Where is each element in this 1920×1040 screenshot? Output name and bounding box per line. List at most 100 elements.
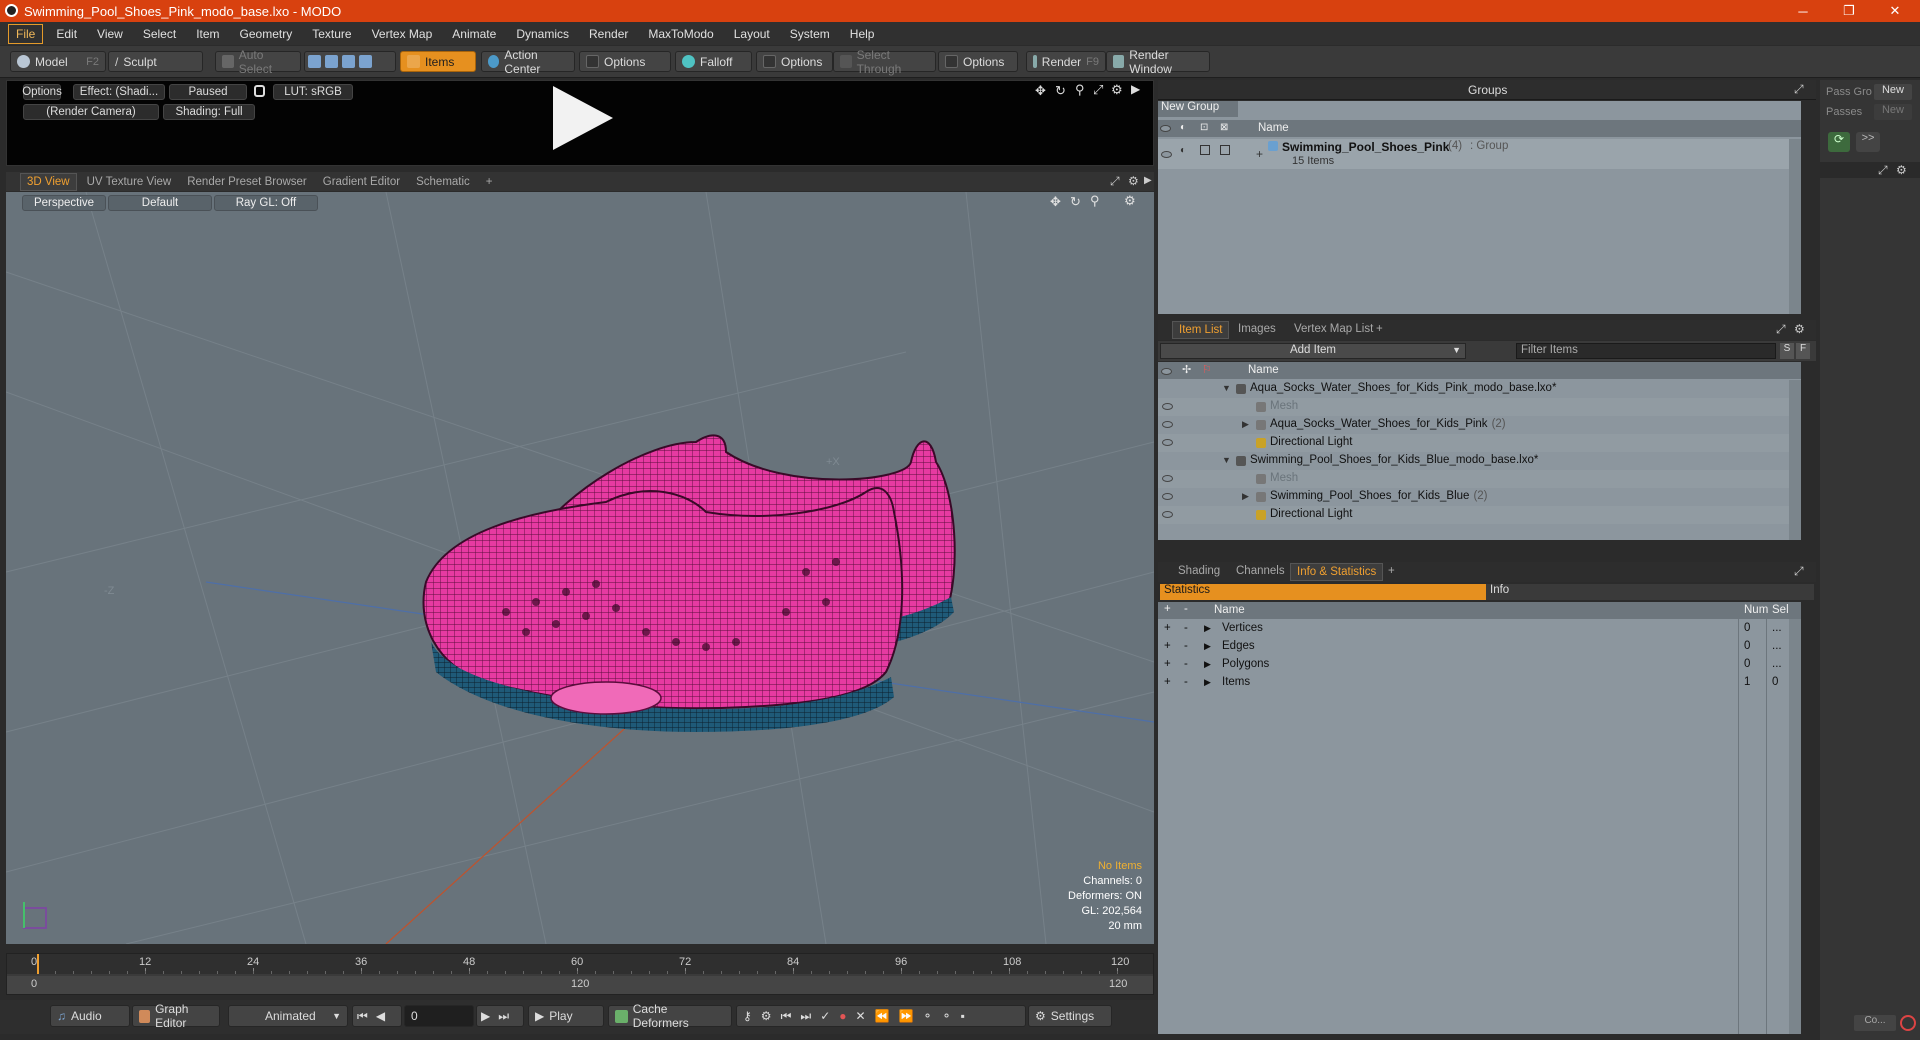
viewport-maximize-icon[interactable]: ⤢ [1110,174,1120,189]
group-visibility-icon[interactable] [1161,147,1172,161]
channel-icon-b[interactable]: ⚬ [942,1009,952,1023]
expand-arrow-icon[interactable]: ▶ [1242,491,1249,502]
minimize-button[interactable]: ─ [1780,0,1826,22]
new-pass-group-button[interactable]: New [1874,84,1912,100]
tab-gradient-editor[interactable]: Gradient Editor [317,174,406,190]
select-through-button[interactable]: Select Through [833,48,936,76]
item-row[interactable]: ▼ Aqua_Socks_Water_Shoes_for_Kids_Pink_mo… [1158,380,1789,398]
menu-vertex-map[interactable]: Vertex Map [365,25,440,43]
passes-maximize-icon[interactable]: ⤢ [1878,163,1888,178]
lut-dropdown[interactable]: LUT: sRGB [273,84,353,100]
group-render-icon[interactable]: ◐ [1180,145,1186,156]
expand-all-icon[interactable]: + [1164,603,1171,615]
auto-key-icon[interactable]: ⚙ [761,1009,772,1023]
stats-expand-arrow-icon[interactable]: ▶ [1204,623,1211,634]
stats-expand-arrow-icon[interactable]: ▶ [1204,659,1211,670]
item-row[interactable]: Mesh [1158,398,1789,416]
graph-editor-button[interactable]: Graph Editor [132,1002,220,1030]
item-row[interactable]: ▼ Swimming_Pool_Shoes_for_Kids_Blue_modo_… [1158,452,1789,470]
stats-row-plus-icon[interactable]: + [1164,658,1171,670]
stats-row[interactable]: + - ▶ Vertices 0... [1158,620,1789,638]
tab-item-list[interactable]: Item List [1172,321,1230,339]
menu-system[interactable]: System [783,25,837,43]
groups-scrollbar[interactable] [1789,139,1801,314]
tab-info-statistics[interactable]: Info & Statistics [1290,563,1384,581]
move-view-icon[interactable]: ✥ [1035,83,1046,99]
delete-key-icon[interactable]: ✕ [856,1009,866,1023]
menu-render[interactable]: Render [582,25,635,43]
settings-button[interactable]: ⚙ Settings [1028,1005,1112,1027]
maximize-view-icon[interactable]: ⤢ [1093,82,1103,98]
viewport-orbit-icon[interactable]: ↻ [1070,194,1081,210]
stats-row-minus-icon[interactable]: - [1184,658,1188,670]
menu-layout[interactable]: Layout [727,25,777,43]
falloff-button[interactable]: Falloff [675,51,752,72]
item-visibility-icon[interactable] [1162,403,1173,410]
step-forward-icon[interactable]: ▶ [481,1009,490,1023]
group-select-checkbox[interactable] [1220,145,1230,155]
select-options-button[interactable]: Options [938,51,1018,72]
items-mode-button[interactable]: Items [400,51,476,72]
next-key-icon[interactable]: ⏭ [800,1009,811,1024]
statistics-tab[interactable]: Statistics [1160,584,1486,600]
restore-button[interactable]: ❐ [1826,0,1872,22]
vertices-mode-icon[interactable] [308,55,321,68]
menu-dynamics[interactable]: Dynamics [509,25,576,43]
itemlist-add-tab[interactable]: + [1370,321,1389,337]
perspective-dropdown[interactable]: Perspective [22,195,106,211]
stats-row[interactable]: + - ▶ Items 1 0 [1158,674,1789,692]
add-tab-button[interactable]: + [480,174,499,190]
collapse-arrow-icon[interactable]: ▼ [1222,383,1231,393]
cache-deformers-button[interactable]: Cache Deformers [608,1002,732,1030]
play-button[interactable]: ▶ Play [528,1005,604,1027]
viewport-zoom-icon[interactable]: ⚲ [1090,193,1100,209]
last-key-icon[interactable]: ⏩ [899,1009,914,1023]
stats-row-minus-icon[interactable]: - [1184,622,1188,634]
channel-icon-c[interactable]: ▪ [961,1009,965,1023]
info-maximize-icon[interactable]: ⤢ [1794,564,1804,579]
item-row[interactable]: Mesh [1158,470,1789,488]
stats-expand-arrow-icon[interactable]: ▶ [1204,677,1211,688]
stats-row[interactable]: + - ▶ Edges 0... [1158,638,1789,656]
zoom-view-icon[interactable]: ⚲ [1075,82,1085,98]
render-window-button[interactable]: Render Window [1106,48,1210,76]
info-tab[interactable]: Info [1486,584,1814,600]
menu-select[interactable]: Select [136,25,183,43]
item-row[interactable]: ▶ Aqua_Socks_Water_Shoes_for_Kids_Pink (2) [1158,416,1789,434]
il-lock-col-icon[interactable]: ⚐ [1202,363,1212,376]
3d-viewport[interactable]: Perspective Default Ray GL: Off ✥ ↻ ⚲ ⚙ … [6,192,1154,944]
audio-button[interactable]: ♫ Audio [50,1005,130,1027]
item-visibility-icon[interactable] [1162,421,1173,428]
first-key-icon[interactable]: ⏪ [875,1009,890,1023]
falloff-options-button[interactable]: Options [756,51,833,72]
tab-shading[interactable]: Shading [1172,563,1226,579]
step-back-icon[interactable]: ◀ [376,1009,385,1023]
tab-3d-view[interactable]: 3D View [20,172,77,191]
lock-icon[interactable] [254,85,265,97]
command-button[interactable]: Co... [1854,1015,1896,1031]
prev-key-icon[interactable]: ⏮ [781,1009,792,1024]
new-group-button[interactable]: New Group [1158,101,1238,117]
default-shading-dropdown[interactable]: Default [108,195,212,211]
stats-row-plus-icon[interactable]: + [1164,640,1171,652]
tab-uv-texture-view[interactable]: UV Texture View [81,174,178,190]
group-lock-checkbox[interactable] [1200,145,1210,155]
item-visibility-icon[interactable] [1162,493,1173,500]
edges-mode-icon[interactable] [325,55,338,68]
record-macro-icon[interactable] [1900,1015,1916,1031]
preview-paused-button[interactable]: Paused [169,84,247,100]
timeline-range-bar[interactable]: 0 120 120 [7,976,1153,994]
itemlist-settings-icon[interactable]: ⚙ [1794,322,1805,336]
new-pass-button[interactable]: New [1874,104,1912,120]
render-col-icon[interactable]: ◐ [1180,122,1186,133]
menu-geometry[interactable]: Geometry [233,25,300,43]
animated-dropdown[interactable]: Animated ▼ [228,1005,348,1027]
preview-options-button[interactable]: Options [22,84,62,100]
group-expand-icon[interactable]: + [1256,147,1263,161]
tab-channels[interactable]: Channels [1230,563,1291,579]
render-button[interactable]: Render F9 [1026,51,1106,72]
collapse-all-icon[interactable]: - [1184,603,1188,615]
auto-select-button[interactable]: Auto Select [215,48,301,76]
viewport-settings-icon[interactable]: ⚙ [1128,174,1139,188]
viewport-options-icon[interactable]: ⚙ [1124,193,1136,209]
